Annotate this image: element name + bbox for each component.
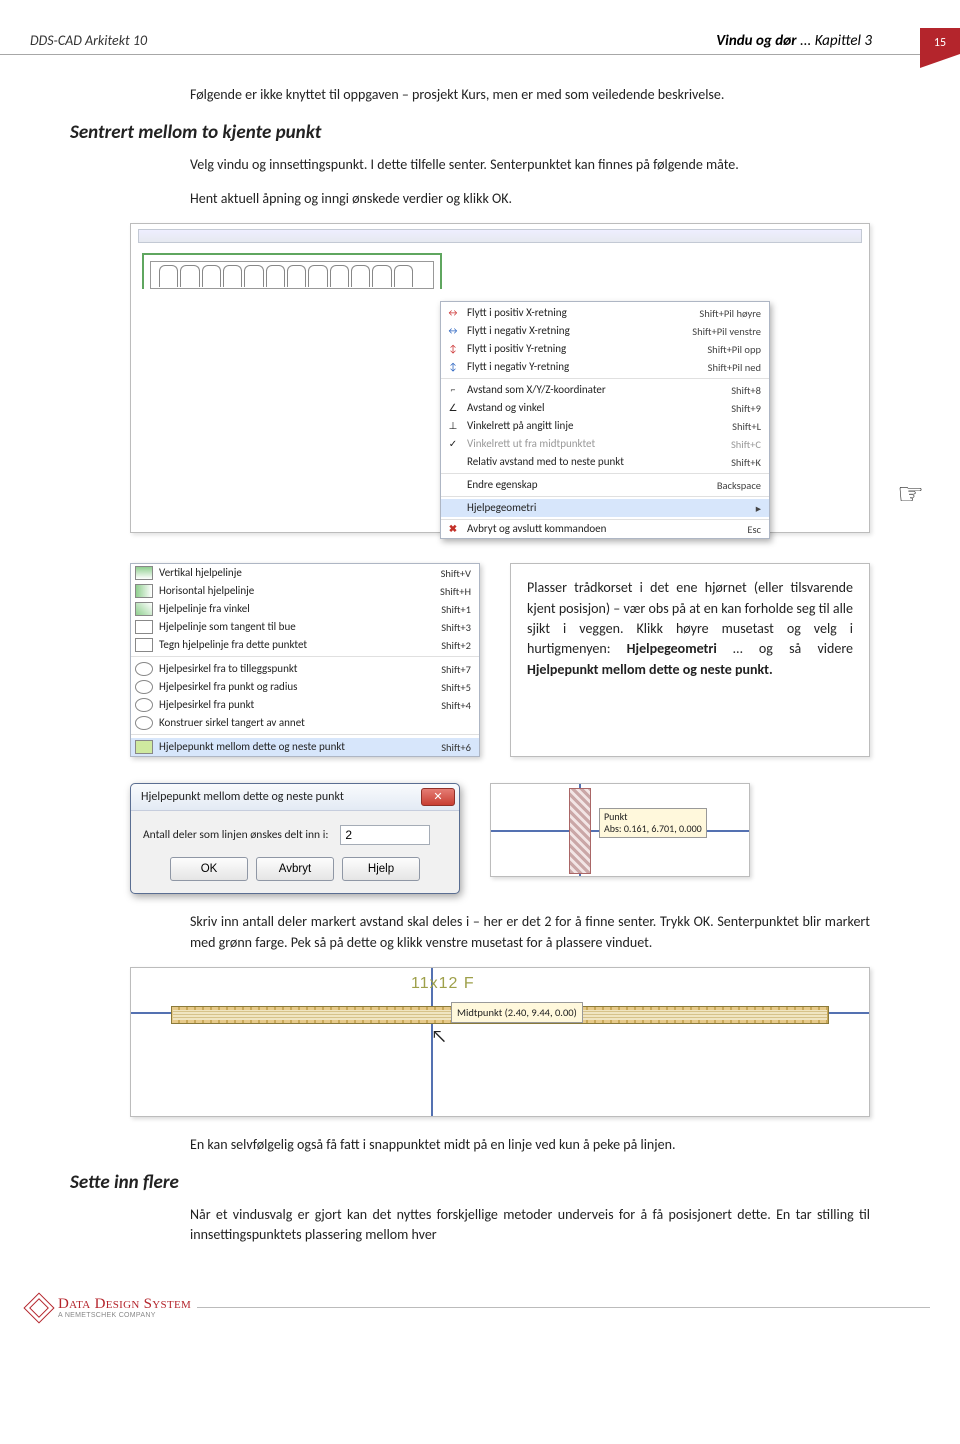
submenu-item[interactable]: Konstruer sirkel tangert av annet bbox=[131, 714, 479, 732]
intro-paragraph: Følgende er ikke knyttet til oppgaven – … bbox=[190, 85, 870, 105]
dialog-label: Antall deler som linjen ønskes delt inn … bbox=[143, 827, 328, 844]
screenshot-snap-point: Punkt Abs: 0.161, 6.701, 0.000 bbox=[490, 783, 750, 877]
ctx-item[interactable]: ↕Flytt i positiv Y-retningShift+Pil opp bbox=[441, 340, 769, 358]
ctx-item-hjelpegeometri[interactable]: Hjelpegeometri▸ bbox=[441, 499, 769, 517]
screenshot-context-menu: ↔Flytt i positiv X-retningShift+Pil høyr… bbox=[130, 223, 870, 533]
section1-p1: Velg vindu og innsettingspunkt. I dette … bbox=[190, 155, 870, 175]
context-menu: ↔Flytt i positiv X-retningShift+Pil høyr… bbox=[440, 301, 770, 539]
ctx-item-cancel[interactable]: ✖Avbryt og avslutt kommandoenEsc bbox=[441, 520, 769, 538]
submenu-item[interactable]: Hjelpesirkel fra punkt og radiusShift+5 bbox=[131, 678, 479, 696]
submenu-item[interactable]: Tegn hjelpelinje fra dette punktetShift+… bbox=[131, 636, 479, 654]
instruction-box: Plasser trådkorset i det ene hjørnet (el… bbox=[510, 563, 870, 757]
screenshot-midpoint: 11x12 F Midtpunkt (2.40, 9.44, 0.00) ↖ bbox=[130, 967, 870, 1117]
dialog-midpoint: Hjelpepunkt mellom dette og neste punkt … bbox=[130, 783, 460, 894]
page-header: DDS-CAD Arkitekt 10 Vindu og dør ... Kap… bbox=[0, 0, 932, 55]
dialog-close-button[interactable]: ✕ bbox=[421, 788, 455, 806]
cursor-icon: ↖ bbox=[431, 1023, 447, 1049]
ctx-item[interactable]: ↔Flytt i positiv X-retningShift+Pil høyr… bbox=[441, 304, 769, 322]
dialog-help-button[interactable]: Hjelp bbox=[342, 857, 420, 881]
ctx-item[interactable]: ↕Flytt i negativ Y-retningShift+Pil ned bbox=[441, 358, 769, 376]
dimension-label: 11x12 F bbox=[411, 972, 475, 995]
dialog-title: Hjelpepunkt mellom dette og neste punkt bbox=[141, 789, 344, 806]
footer: Data Design System A NEMETSCHEK COMPANY bbox=[0, 1291, 960, 1323]
ctx-item[interactable]: Relativ avstand med to neste punktShift+… bbox=[441, 453, 769, 471]
submenu-item[interactable]: Hjelpesirkel fra to tilleggspunktShift+7 bbox=[131, 660, 479, 678]
ctx-item[interactable]: Endre egenskapBackspace bbox=[441, 476, 769, 494]
section-heading-1: Sentrert mellom to kjente punkt bbox=[70, 119, 870, 147]
submenu-item[interactable]: Horisontal hjelpelinjeShift+H bbox=[131, 582, 479, 600]
submenu-item[interactable]: Hjelpesirkel fra punktShift+4 bbox=[131, 696, 479, 714]
para-after-dialog: Skriv inn antall deler markert avstand s… bbox=[190, 912, 870, 953]
section1-p2: Hent aktuell åpning og inngi ønskede ver… bbox=[190, 189, 870, 209]
ctx-item[interactable]: ⊥Vinkelrett på angitt linjeShift+L bbox=[441, 417, 769, 435]
pointer-hand-icon: ☞ bbox=[897, 473, 924, 517]
submenu-item[interactable]: Hjelpelinje fra vinkelShift+1 bbox=[131, 600, 479, 618]
snap-tooltip: Punkt Abs: 0.161, 6.701, 0.000 bbox=[599, 808, 707, 838]
para-snap-line: En kan selvfølgelig også få fatt i snapp… bbox=[190, 1135, 870, 1155]
header-right: Vindu og dør ... Kapittel 3 bbox=[716, 32, 872, 50]
header-left: DDS-CAD Arkitekt 10 bbox=[30, 32, 147, 49]
logo-icon bbox=[23, 1293, 54, 1324]
dialog-ok-button[interactable]: OK bbox=[170, 857, 248, 881]
ctx-item[interactable]: ✓Vinkelrett ut fra midtpunktetShift+C bbox=[441, 435, 769, 453]
midpoint-tooltip: Midtpunkt (2.40, 9.44, 0.00) bbox=[451, 1002, 583, 1023]
section-heading-2: Sette inn flere bbox=[70, 1169, 870, 1197]
ctx-item[interactable]: ↔Flytt i negativ X-retningShift+Pil vens… bbox=[441, 322, 769, 340]
section2-p1: Når et vindusvalg er gjort kan det nytte… bbox=[190, 1205, 870, 1246]
submenu-item[interactable]: Vertikal hjelpelinjeShift+V bbox=[131, 564, 479, 582]
submenu-item[interactable]: Hjelpelinje som tangent til bueShift+3 bbox=[131, 618, 479, 636]
ctx-item[interactable]: ∠Avstand og vinkelShift+9 bbox=[441, 399, 769, 417]
brand-text: Data Design System A NEMETSCHEK COMPANY bbox=[58, 1296, 191, 1319]
ctx-item[interactable]: ⌐Avstand som X/Y/Z-koordinaterShift+8 bbox=[441, 381, 769, 399]
submenu-item-midpoint[interactable]: Hjelpepunkt mellom dette og neste punktS… bbox=[131, 738, 479, 756]
dialog-cancel-button[interactable]: Avbryt bbox=[256, 857, 334, 881]
submenu-hjelpegeometri: Vertikal hjelpelinjeShift+V Horisontal h… bbox=[130, 563, 480, 757]
close-icon: ✖ bbox=[445, 522, 461, 536]
dialog-parts-input[interactable] bbox=[340, 825, 430, 845]
